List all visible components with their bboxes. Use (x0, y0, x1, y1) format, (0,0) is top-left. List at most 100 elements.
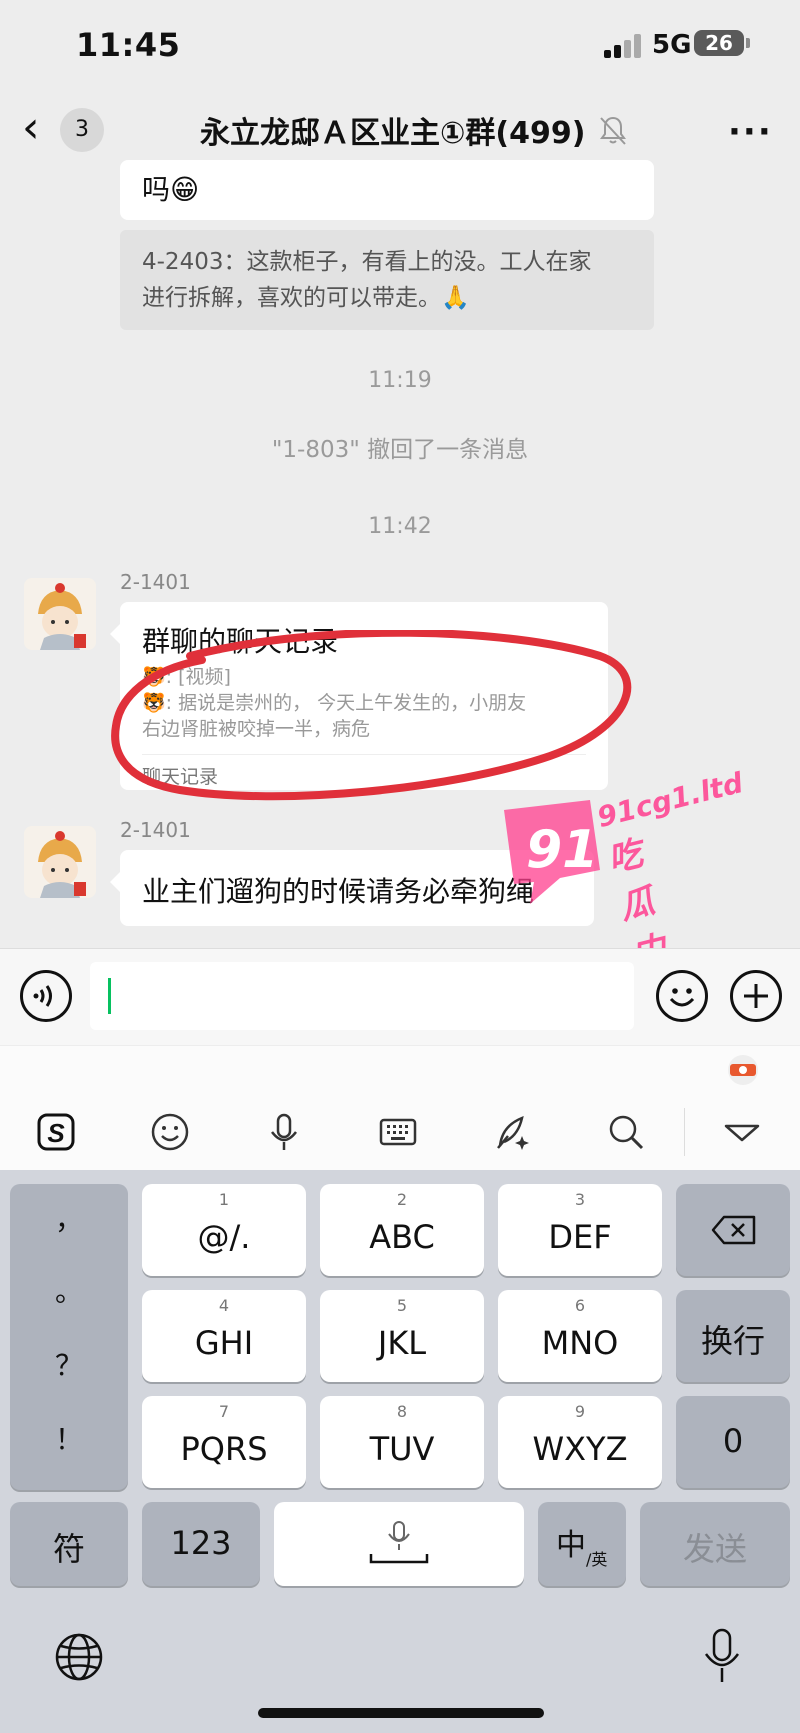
space-mic-icon (369, 1521, 429, 1564)
forward-line: 🐯: 据说是崇州的， 今天上午发生的，小朋友 (142, 692, 527, 714)
quill-ai-icon[interactable] (492, 1112, 532, 1152)
zero-key[interactable]: 0 (676, 1396, 790, 1488)
globe-icon[interactable] (54, 1632, 104, 1682)
key-4[interactable]: 4 GHI (142, 1290, 306, 1382)
number-mode-key[interactable]: 123 (142, 1502, 260, 1586)
key-label: WXYZ (532, 1430, 628, 1468)
key-5[interactable]: 5 JKL (320, 1290, 484, 1382)
key-label: DEF (548, 1218, 612, 1256)
timestamp: 11:19 (368, 368, 432, 393)
key-3[interactable]: 3 DEF (498, 1184, 662, 1276)
more-options-button[interactable]: ··· (728, 112, 773, 152)
home-indicator (258, 1708, 544, 1718)
lang-sub-label: /英 (586, 1550, 608, 1569)
previous-message-bubble[interactable]: 吗😁 (120, 160, 654, 220)
previous-message-text: 吗😁 (142, 173, 200, 206)
key-label: MNO (541, 1324, 619, 1362)
watermark-domain: 91cg1.ltd (594, 766, 747, 835)
key-label: 123 (170, 1524, 232, 1562)
emoji-panel-icon[interactable] (150, 1112, 190, 1152)
quote-line-2: 进行拆解，喜欢的可以带走。🙏 (142, 285, 470, 311)
avatar[interactable] (24, 826, 96, 898)
key-number: 4 (218, 1296, 230, 1315)
key-number: 7 (218, 1402, 230, 1421)
newline-key[interactable]: 换行 (676, 1290, 790, 1382)
sender-name: 2-1401 (120, 818, 191, 842)
key-label: PQRS (180, 1430, 268, 1468)
toolbar-divider (684, 1108, 685, 1156)
divider (142, 754, 586, 755)
recall-notice: "1-803" 撤回了一条消息 (271, 437, 529, 463)
key-1[interactable]: 1 @/. (142, 1184, 306, 1276)
forward-line: 右边肾脏被咬掉一半，病危 (142, 718, 371, 740)
backspace-key[interactable] (676, 1184, 790, 1276)
key-label: @/. (197, 1218, 251, 1256)
key-6[interactable]: 6 MNO (498, 1290, 662, 1382)
timestamp: 11:42 (368, 514, 432, 539)
plus-icon[interactable] (730, 970, 782, 1022)
svg-text:S: S (47, 1118, 65, 1148)
sogou-logo-icon[interactable]: S (36, 1112, 76, 1152)
language-switch-key[interactable]: 中 /英 (538, 1502, 626, 1586)
signal-icon (604, 34, 644, 58)
key-label: 0 (722, 1422, 744, 1460)
microphone-icon[interactable] (264, 1112, 304, 1152)
punct-comma-key[interactable]: ， (10, 1198, 128, 1238)
key-number: 9 (574, 1402, 586, 1421)
forwarded-chat-record-card[interactable]: 群聊的聊天记录 🐯: [视频] 🐯: 据说是崇州的， 今天上午发生的，小朋友 右… (110, 602, 608, 790)
punctuation-column[interactable]: ， 。 ？ ！ (10, 1184, 128, 1490)
chevron-down-icon[interactable] (722, 1112, 762, 1152)
key-number: 6 (574, 1296, 586, 1315)
message-text: 业主们遛狗的时候请务必牵狗绳 (142, 875, 535, 908)
quote-line-1: 4-2403：这款柜子，有看上的没。工人在家 (142, 249, 592, 275)
key-number: 2 (396, 1190, 408, 1209)
forward-title: 群聊的聊天记录 (142, 625, 339, 658)
battery-tip (746, 38, 750, 48)
key-2[interactable]: 2 ABC (320, 1184, 484, 1276)
search-icon[interactable] (606, 1112, 646, 1152)
dictation-mic-icon[interactable] (700, 1628, 744, 1686)
punct-question-key[interactable]: ？ (10, 1344, 128, 1384)
message-input[interactable] (90, 962, 634, 1030)
space-key[interactable] (274, 1502, 524, 1586)
key-label: 符 (52, 1530, 85, 1568)
forward-line: 🐯: [视频] (142, 666, 231, 688)
text-caret (108, 978, 111, 1014)
key-number: 5 (396, 1296, 408, 1315)
symbols-key[interactable]: 符 (10, 1502, 128, 1586)
status-time: 11:45 (76, 26, 181, 64)
unread-count-badge[interactable]: 3 (60, 108, 104, 152)
key-7[interactable]: 7 PQRS (142, 1396, 306, 1488)
watermark-number: 91 (526, 820, 599, 880)
emoji-icon[interactable] (656, 970, 708, 1022)
back-button[interactable]: ‹ (22, 104, 58, 154)
backspace-icon (711, 1215, 756, 1245)
voice-input-icon[interactable] (20, 970, 72, 1022)
key-number: 3 (574, 1190, 586, 1209)
send-key[interactable]: 发送 (640, 1502, 790, 1586)
sender-name: 2-1401 (120, 570, 191, 594)
key-label: 发送 (682, 1530, 747, 1568)
key-label: ABC (369, 1218, 435, 1256)
camera-sticker-icon[interactable] (724, 1054, 762, 1086)
key-8[interactable]: 8 TUV (320, 1396, 484, 1488)
battery-icon: 26 (694, 30, 744, 56)
avatar[interactable] (24, 578, 96, 650)
key-number: 1 (218, 1190, 230, 1209)
network-type: 5G (652, 30, 692, 60)
punct-exclaim-key[interactable]: ！ (10, 1418, 128, 1458)
keyboard-icon[interactable] (378, 1112, 418, 1152)
chat-title: 永立龙邸Ａ区业主①群(499) (200, 116, 586, 151)
quoted-message[interactable]: 4-2403：这款柜子，有看上的没。工人在家 进行拆解，喜欢的可以带走。🙏 (120, 230, 654, 330)
key-9[interactable]: 9 WXYZ (498, 1396, 662, 1488)
punct-period-key[interactable]: 。 (10, 1270, 128, 1310)
key-label: GHI (194, 1324, 254, 1362)
key-label: TUV (369, 1430, 435, 1468)
key-label: JKL (377, 1324, 427, 1362)
suggestion-strip (0, 1046, 800, 1095)
key-number: 8 (396, 1402, 408, 1421)
key-label: 换行 (700, 1322, 765, 1360)
mute-bell-icon (600, 116, 626, 145)
lang-main-label: 中 (556, 1528, 586, 1563)
forward-footer: 聊天记录 (142, 766, 219, 788)
